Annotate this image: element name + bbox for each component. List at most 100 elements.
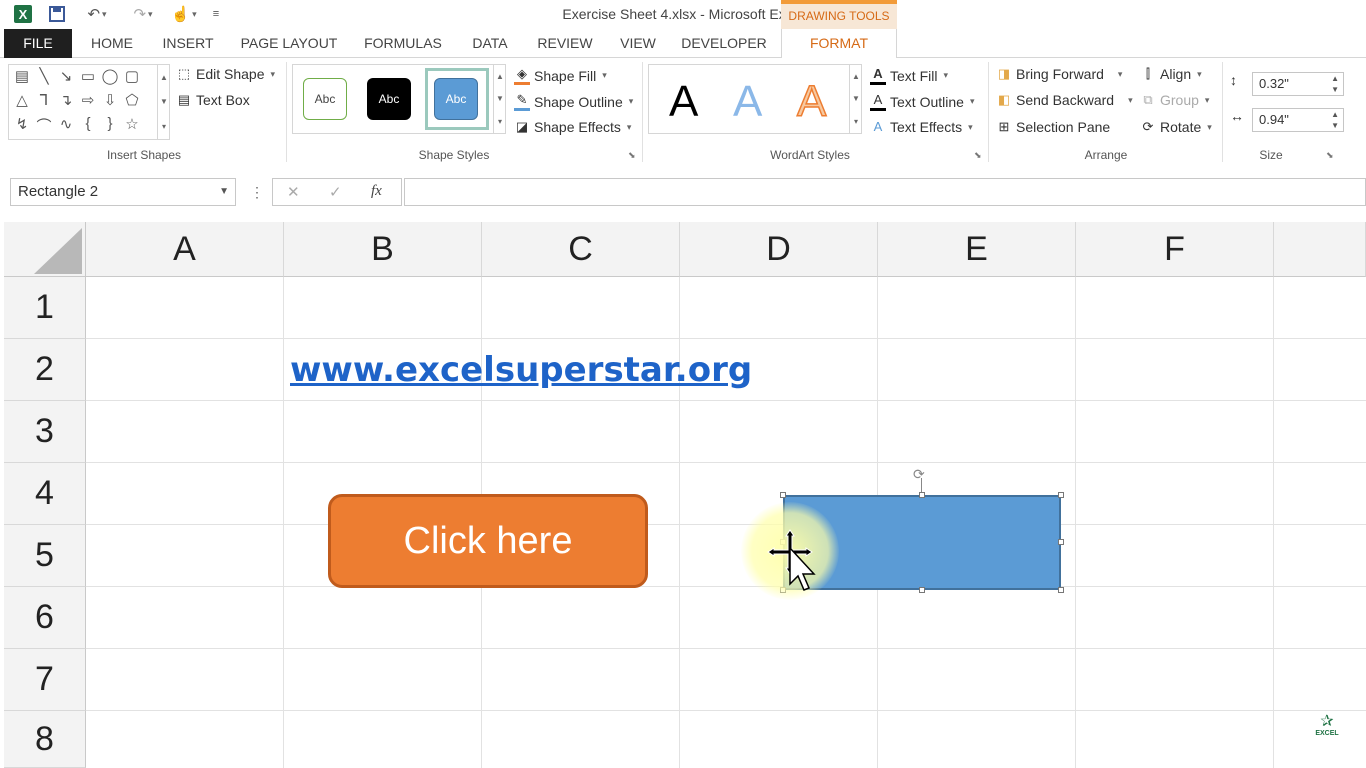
align-button[interactable]: ⫿ Align ▾ [1140, 66, 1202, 82]
tab-data[interactable]: DATA [460, 29, 520, 58]
right-brace-shape-icon[interactable]: } [99, 115, 121, 136]
star-shape-icon[interactable]: ☆ [121, 115, 143, 136]
snip-rectangle-shape-icon[interactable]: ⬠ [121, 91, 143, 109]
column-header-g[interactable] [1274, 222, 1366, 277]
shape-style-preset-1[interactable]: Abc [303, 78, 347, 120]
left-brace-shape-icon[interactable]: { [77, 115, 99, 136]
shape-styles-gallery[interactable]: Abc Abc Abc ▲ ▼ ▾ [292, 64, 506, 134]
redo-icon[interactable]: ↷ ▾ [126, 4, 160, 24]
wordart-scroll[interactable]: ▲ ▼ ▾ [849, 65, 862, 133]
name-box-dropdown-icon[interactable]: ▼ [219, 179, 229, 205]
cancel-icon[interactable]: ✕ [287, 183, 300, 201]
shapes-gallery[interactable]: ▤ ╲ ↘ ▭ ◯ ▢ △ ⅂ ↴ ⇨ ⇩ ⬠ ↯ ⌒ ∿ { } ☆ ▲ ▼ ▾ [8, 64, 170, 140]
column-header-a[interactable]: A [86, 222, 284, 277]
edit-shape-button[interactable]: ⬚ Edit Shape ▾ [176, 66, 275, 82]
arc-shape-icon[interactable]: ⌒ [33, 115, 55, 136]
height-spinner[interactable]: ▲ ▼ [1331, 73, 1339, 95]
text-fill-button[interactable]: A Text Fill ▾ [870, 66, 948, 85]
wordart-style-orange[interactable]: A [796, 76, 827, 127]
click-here-button[interactable]: Click here [328, 494, 648, 588]
width-spinner[interactable]: ▲ ▼ [1331, 109, 1339, 131]
shape-styles-launcher-icon[interactable]: ⬊ [628, 150, 636, 161]
send-backward-button[interactable]: ◧ Send Backward ▾ [996, 92, 1133, 108]
shapes-gallery-scroll[interactable]: ▲ ▼ ▾ [157, 65, 170, 139]
triangle-shape-icon[interactable]: △ [11, 91, 33, 109]
selection-pane-button[interactable]: ⊞ Selection Pane [996, 119, 1111, 135]
shape-effects-button[interactable]: ◪ Shape Effects ▾ [514, 119, 632, 135]
shape-style-preset-2[interactable]: Abc [367, 78, 411, 120]
row-header-7[interactable]: 7 [4, 649, 86, 711]
select-all-button[interactable] [4, 222, 86, 277]
tab-view[interactable]: VIEW [612, 29, 664, 58]
row-header-6[interactable]: 6 [4, 587, 86, 649]
elbow-connector-shape-icon[interactable]: ⅂ [33, 91, 55, 109]
text-box-button[interactable]: ▤ Text Box [176, 92, 250, 108]
formula-input[interactable] [404, 178, 1366, 206]
wordart-gallery[interactable]: A A A ▲ ▼ ▾ [648, 64, 862, 134]
shape-style-preset-3[interactable]: Abc [434, 78, 478, 120]
website-hyperlink[interactable]: www.excelsuperstar.org [290, 350, 752, 390]
row-header-1[interactable]: 1 [4, 277, 86, 339]
resize-handle-bottom[interactable] [919, 587, 925, 593]
arrow-line-shape-icon[interactable]: ↘ [55, 67, 77, 85]
row-header-8[interactable]: 8 [4, 711, 86, 768]
tab-formulas[interactable]: FORMULAS [358, 29, 448, 58]
bring-forward-button[interactable]: ◨ Bring Forward ▾ [996, 66, 1123, 82]
insert-function-icon[interactable]: fx [371, 183, 382, 200]
shape-height-input[interactable]: 0.32" ▲ ▼ [1252, 72, 1344, 96]
down-arrow-shape-icon[interactable]: ⇩ [99, 91, 121, 109]
row-header-4[interactable]: 4 [4, 463, 86, 525]
rectangle-shape-icon[interactable]: ▭ [77, 67, 99, 85]
text-outline-button[interactable]: A Text Outline ▾ [870, 92, 974, 111]
save-icon[interactable] [46, 4, 68, 24]
tab-developer[interactable]: DEVELOPER [676, 29, 772, 58]
tab-page-layout[interactable]: PAGE LAYOUT [232, 29, 346, 58]
tab-home[interactable]: HOME [80, 29, 144, 58]
excel-logo-icon[interactable]: X [12, 4, 34, 24]
size-launcher-icon[interactable]: ⬊ [1326, 150, 1334, 161]
resize-handle-bottom-right[interactable] [1058, 587, 1064, 593]
shape-fill-button[interactable]: ◈ Shape Fill ▾ [514, 66, 607, 85]
touch-mode-icon[interactable]: ☝ ▾ [168, 4, 200, 24]
row-header-2[interactable]: 2 [4, 339, 86, 401]
group-button[interactable]: ⧉ Group ▾ [1140, 92, 1209, 108]
text-effects-button[interactable]: A Text Effects ▾ [870, 119, 973, 135]
shape-styles-scroll[interactable]: ▲ ▼ ▾ [493, 65, 506, 133]
elbow-arrow-shape-icon[interactable]: ↴ [55, 91, 77, 109]
rounded-rectangle-shape-icon[interactable]: ▢ [121, 67, 143, 85]
column-header-b[interactable]: B [284, 222, 482, 277]
rotate-button[interactable]: ⟳ Rotate ▾ [1140, 119, 1212, 135]
worksheet-grid[interactable]: A B C D E F 1 2 3 4 5 6 7 8 www.excelsup… [4, 222, 1366, 768]
column-header-f[interactable]: F [1076, 222, 1274, 277]
text-box-shape-icon[interactable]: ▤ [11, 67, 33, 85]
tab-file[interactable]: FILE [4, 29, 72, 58]
shape-outline-button[interactable]: ✎ Shape Outline ▾ [514, 92, 633, 111]
rotation-handle-icon[interactable]: ⟳ [913, 466, 925, 483]
right-arrow-shape-icon[interactable]: ⇨ [77, 91, 99, 109]
line-shape-icon[interactable]: ╲ [33, 67, 55, 85]
enter-icon[interactable]: ✓ [329, 183, 342, 201]
name-box[interactable]: Rectangle 2 ▼ [10, 178, 236, 206]
row-header-3[interactable]: 3 [4, 401, 86, 463]
tab-insert[interactable]: INSERT [156, 29, 220, 58]
gridline [86, 710, 1366, 711]
resize-handle-top-right[interactable] [1058, 492, 1064, 498]
curve-shape-icon[interactable]: ∿ [55, 115, 77, 136]
resize-handle-top[interactable] [919, 492, 925, 498]
wordart-launcher-icon[interactable]: ⬊ [974, 150, 982, 161]
column-header-c[interactable]: C [482, 222, 680, 277]
undo-icon[interactable]: ↶ ▾ [80, 4, 114, 24]
column-header-d[interactable]: D [680, 222, 878, 277]
column-header-e[interactable]: E [878, 222, 1076, 277]
customize-qat-icon[interactable]: ≡ [208, 4, 224, 24]
resize-handle-top-left[interactable] [780, 492, 786, 498]
resize-handle-right[interactable] [1058, 539, 1064, 545]
shape-width-input[interactable]: 0.94" ▲ ▼ [1252, 108, 1344, 132]
wordart-style-black[interactable]: A [669, 77, 698, 127]
tab-review[interactable]: REVIEW [530, 29, 600, 58]
wordart-style-blue[interactable]: A [733, 77, 762, 127]
oval-shape-icon[interactable]: ◯ [99, 67, 121, 85]
tab-format[interactable]: FORMAT [781, 29, 897, 59]
freeform-shape-icon[interactable]: ↯ [11, 115, 33, 136]
row-header-5[interactable]: 5 [4, 525, 86, 587]
